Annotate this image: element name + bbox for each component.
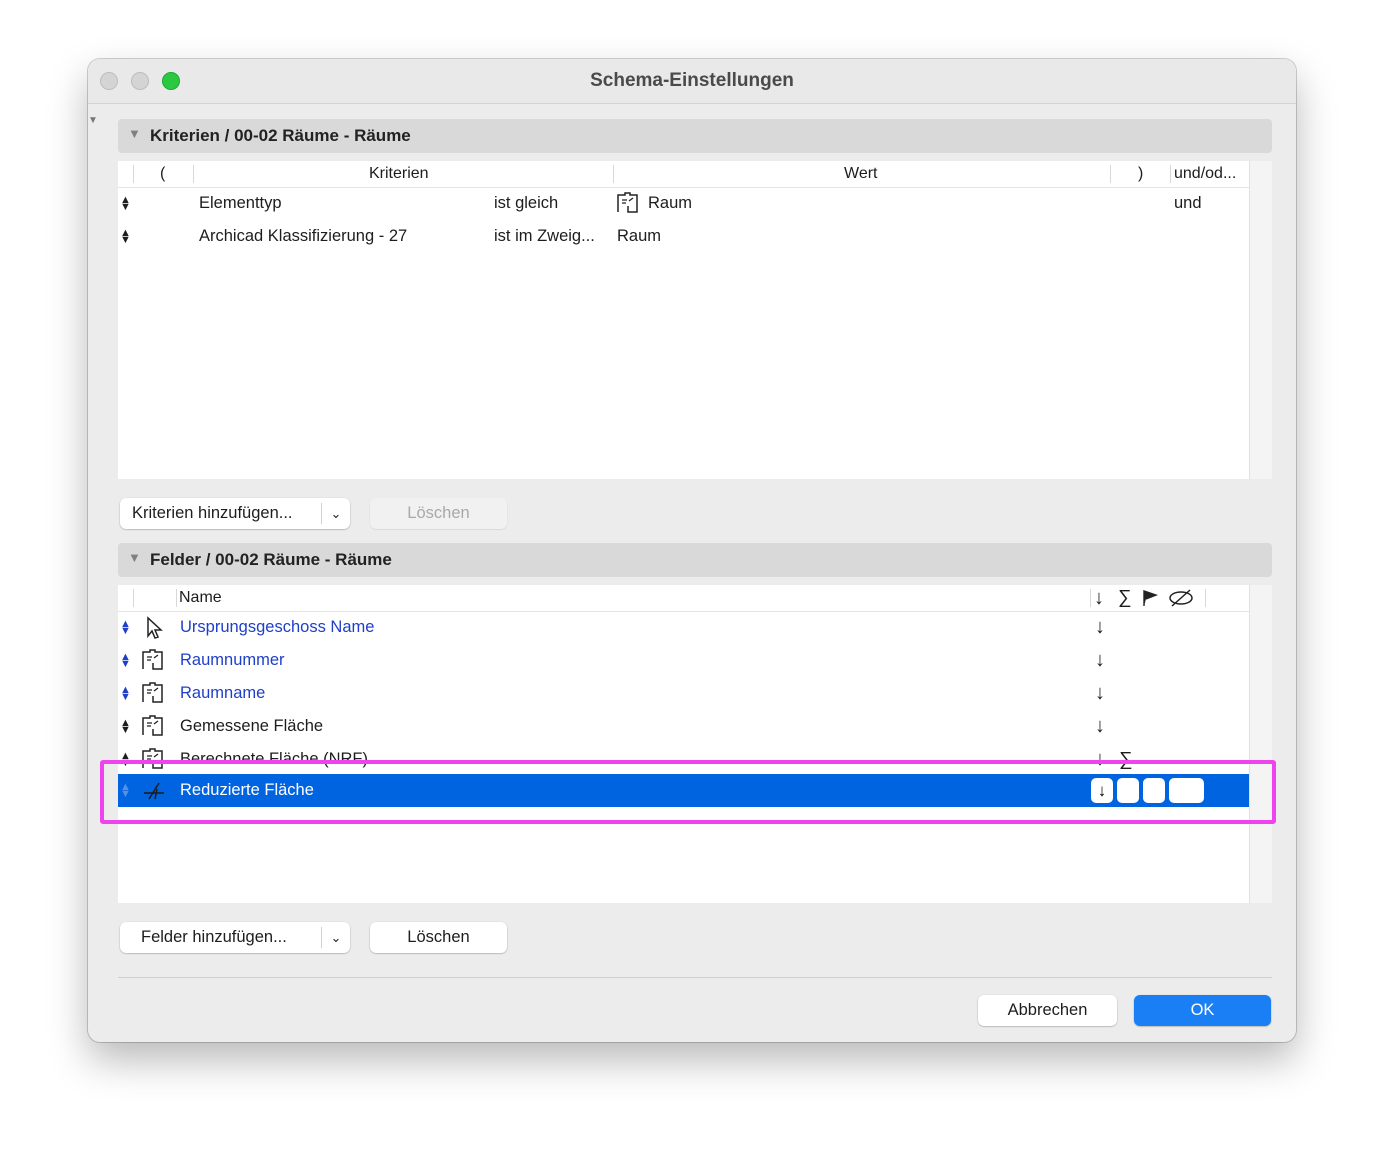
criteria-row[interactable]: ▲ ▼ Elementtyp ist gleich Raum und (118, 187, 1250, 220)
criteria-operator[interactable]: ist gleich (494, 187, 558, 220)
col-name[interactable]: Name (179, 585, 222, 611)
col-criteria[interactable]: Kriterien (369, 161, 429, 187)
dialog-window: Schema-Einstellungen ▼ ▼ Kriterien / 00-… (88, 59, 1296, 1042)
col-open-paren[interactable]: ( (160, 161, 165, 187)
drag-handle-icon[interactable]: ▲ ▼ (120, 195, 131, 213)
col-close-paren[interactable]: ) (1138, 161, 1143, 187)
zone-icon (617, 192, 638, 213)
field-row[interactable]: ▲ ▼ Ursprungsgeschoss Name ↓ (118, 611, 1250, 644)
criteria-scrollbar[interactable] (1249, 161, 1272, 479)
field-row[interactable]: ▲ ▼ Raumname ↓ (118, 677, 1250, 710)
criteria-value[interactable]: Raum (617, 220, 661, 253)
drag-handle-icon[interactable]: ▲ ▼ (120, 718, 131, 736)
criteria-name: Elementtyp (199, 194, 282, 212)
criteria-andor[interactable]: und (1174, 187, 1202, 220)
fields-table: Name ↓ ∑ ▲ ▼ Ursprungsgeschoss Name ↓ ▲ ▼ (118, 585, 1272, 903)
criteria-value[interactable]: Raum (648, 187, 692, 220)
fields-section-title: Felder / 00-02 Räume - Räume (150, 550, 392, 569)
drag-handle-icon[interactable]: ▲ ▼ (120, 652, 131, 670)
add-fields-button[interactable]: Felder hinzufügen... ⌄ (120, 922, 350, 953)
add-criteria-label: Kriterien hinzufügen... (132, 504, 293, 522)
cursor-arrow-icon (147, 616, 163, 639)
col-andor[interactable]: und/od... (1174, 161, 1236, 187)
field-name: Raumname (180, 684, 266, 702)
field-sort[interactable]: ↓ (1095, 710, 1105, 743)
field-name: Ursprungsgeschoss Name (180, 618, 375, 636)
fields-table-header: Name ↓ ∑ (118, 585, 1250, 612)
disclosure-triangle-icon[interactable]: ▼ (128, 550, 141, 565)
criteria-section-header[interactable]: ▼ Kriterien / 00-02 Räume - Räume (118, 119, 1272, 153)
fields-section-header[interactable]: ▼ Felder / 00-02 Räume - Räume (118, 543, 1272, 577)
disclosure-triangle-icon[interactable]: ▼ (128, 126, 141, 141)
field-sort[interactable]: ↓ (1095, 677, 1105, 710)
hidden-eye-icon[interactable] (1168, 589, 1194, 607)
field-name: Raumnummer (180, 651, 285, 669)
zone-icon (142, 715, 163, 736)
zone-icon (142, 649, 163, 670)
field-row[interactable]: ▲ ▼ Gemessene Fläche ↓ (118, 710, 1250, 743)
chevron-down-icon[interactable]: ⌄ (321, 927, 350, 948)
zone-icon (142, 682, 163, 703)
chevron-down-icon[interactable]: ⌄ (321, 503, 350, 524)
criteria-name: Archicad Klassifizierung - 27 (199, 227, 408, 245)
resize-triangle-icon: ▼ (88, 115, 98, 126)
col-sort[interactable]: ↓ (1094, 585, 1104, 611)
add-fields-label: Felder hinzufügen... (141, 928, 287, 946)
window-title: Schema-Einstellungen (590, 70, 794, 91)
footer-divider (118, 977, 1272, 978)
ok-button[interactable]: OK (1134, 995, 1271, 1026)
flag-icon[interactable] (1141, 589, 1159, 607)
criteria-table: ( Kriterien Wert ) und/od... ▲ ▼ Elementt… (118, 161, 1272, 479)
col-value[interactable]: Wert (844, 161, 877, 187)
fields-scrollbar[interactable] (1249, 585, 1272, 903)
criteria-section-title: Kriterien / 00-02 Räume - Räume (150, 126, 411, 145)
criteria-table-header: ( Kriterien Wert ) und/od... (118, 161, 1250, 188)
drag-handle-icon[interactable]: ▲ ▼ (120, 619, 131, 637)
col-sum[interactable]: ∑ (1118, 585, 1132, 611)
field-row[interactable]: ▲ ▼ Raumnummer ↓ (118, 644, 1250, 677)
field-name: Gemessene Fläche (180, 717, 324, 735)
selection-highlight-annotation (100, 760, 1276, 824)
drag-handle-icon[interactable]: ▲ ▼ (120, 228, 131, 246)
field-sort[interactable]: ↓ (1095, 644, 1105, 677)
drag-handle-icon[interactable]: ▲ ▼ (120, 685, 131, 703)
title-bar: Schema-Einstellungen (88, 59, 1296, 104)
add-criteria-button[interactable]: Kriterien hinzufügen... ⌄ (120, 498, 350, 529)
criteria-row[interactable]: ▲ ▼ Archicad Klassifizierung - 27 ist im … (118, 220, 1250, 253)
field-sort[interactable]: ↓ (1095, 611, 1105, 644)
delete-field-button[interactable]: Löschen (370, 922, 507, 953)
cancel-button[interactable]: Abbrechen (978, 995, 1117, 1026)
delete-criteria-button[interactable]: Löschen (370, 498, 507, 529)
criteria-operator[interactable]: ist im Zweig... (494, 220, 595, 253)
